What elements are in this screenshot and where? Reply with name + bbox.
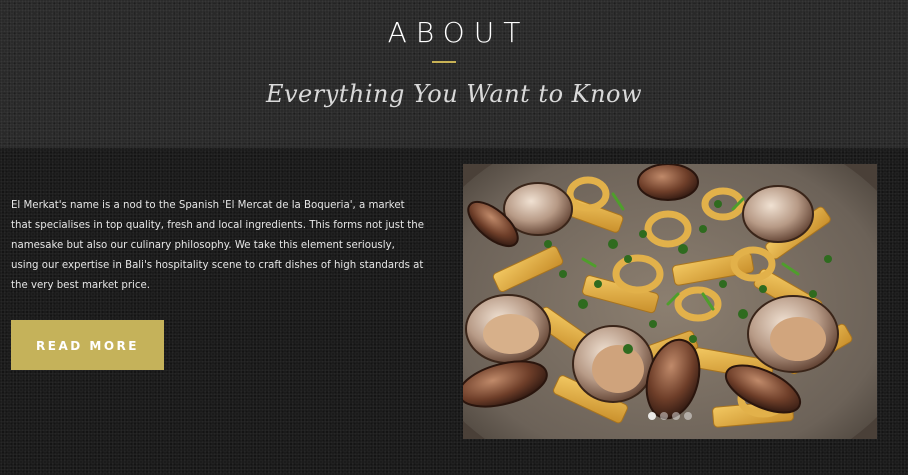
gallery-dot[interactable]: [672, 412, 680, 420]
about-line: El Merkat's name is a nod to the Spanish…: [11, 200, 405, 211]
about-line: namesake but also our culinary philosoph…: [11, 240, 395, 251]
about-line: the very best market price.: [11, 280, 150, 291]
gallery-dot[interactable]: [648, 412, 656, 420]
about-line: using our expertise in Bali's hospitalit…: [11, 260, 424, 271]
gallery-dot[interactable]: [660, 412, 668, 420]
gallery-pagination: [648, 412, 692, 422]
food-illustration: [463, 164, 877, 439]
page-subtitle: Everything You Want to Know: [265, 80, 643, 108]
pasta-clams-photo: [463, 164, 877, 439]
page-title: ABOUT: [387, 16, 530, 49]
gallery-dot[interactable]: [684, 412, 692, 420]
about-header: ABOUT Everything You Want to Know: [0, 0, 908, 148]
title-divider: [432, 61, 456, 63]
read-more-button[interactable]: READ MORE: [11, 320, 164, 370]
about-content: El Merkat's name is a nod to the Spanish…: [0, 148, 908, 475]
about-description: El Merkat's name is a nod to the Spanish…: [11, 196, 431, 296]
about-line: that specialises in top quality, fresh a…: [11, 220, 425, 231]
